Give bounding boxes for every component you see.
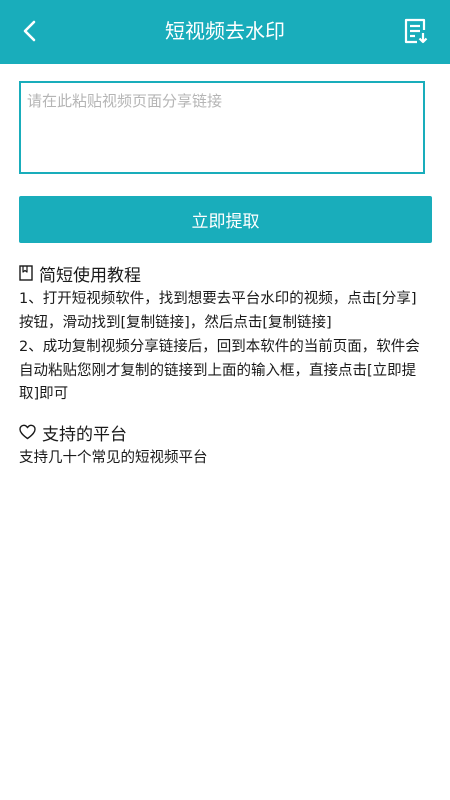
extract-button[interactable]: 立即提取 xyxy=(19,196,432,243)
back-arrow-icon xyxy=(23,20,36,42)
tutorial-step-2: 2、成功复制视频分享链接后，回到本软件的当前页面，软件会自动粘贴您刚才复制的链接… xyxy=(19,339,420,402)
platforms-description: 支持几十个常见的短视频平台 xyxy=(19,450,208,466)
heart-icon xyxy=(19,424,36,440)
share-link-input[interactable] xyxy=(19,81,425,174)
back-button[interactable] xyxy=(8,8,52,54)
app-screen: 短视频去水印 立即提取 简短使用教程 1、打开短视频软件，找到想要去平台水印的视… xyxy=(0,0,450,800)
platforms-heading: 支持的平台 xyxy=(19,420,127,445)
tutorial-heading: 简短使用教程 xyxy=(19,261,141,286)
app-bar: 短视频去水印 xyxy=(0,0,450,64)
tutorial-heading-text: 简短使用教程 xyxy=(39,265,141,286)
download-list-icon xyxy=(404,18,428,44)
bookmark-icon xyxy=(19,265,33,281)
page-title: 短视频去水印 xyxy=(165,19,285,43)
download-list-button[interactable] xyxy=(396,12,436,50)
tutorial-step-1: 1、打开短视频软件，找到想要去平台水印的视频，点击[分享]按钮，滑动找到[复制链… xyxy=(19,291,417,331)
platforms-heading-text: 支持的平台 xyxy=(42,424,127,445)
